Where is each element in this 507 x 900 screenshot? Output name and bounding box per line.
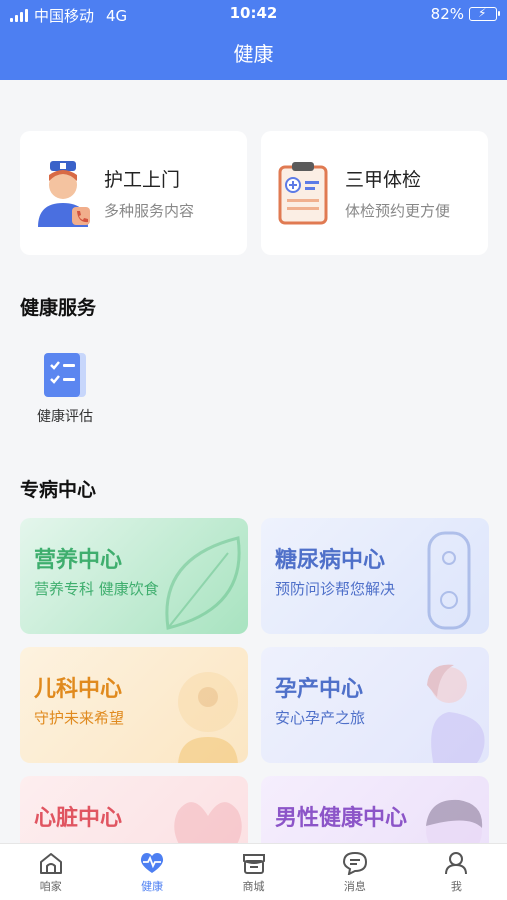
tile-title: 糖尿病中心 — [275, 548, 386, 573]
leaf-icon — [165, 536, 241, 630]
tile-subtitle: 守护未来希望 — [34, 709, 125, 727]
tab-label: 商城 — [242, 880, 265, 893]
tab-label: 我 — [450, 880, 462, 893]
tab-home[interactable]: 咱家 — [0, 844, 101, 900]
store-icon — [242, 854, 265, 874]
clipboard-icon — [278, 162, 328, 225]
tile-title: 营养中心 — [34, 548, 123, 573]
tab-label: 消息 — [343, 880, 366, 893]
health-services-title: 健康服务 — [20, 297, 97, 319]
tab-messages[interactable]: 消息 — [304, 844, 405, 900]
health-assessment-item[interactable]: 健康评估 — [30, 350, 100, 426]
service-label: 健康评估 — [37, 409, 93, 425]
tile-title: 心脏中心 — [34, 806, 123, 831]
tab-label: 咱家 — [39, 880, 62, 893]
nutrition-center-tile[interactable]: 营养中心 营养专科 健康饮食 — [20, 518, 248, 634]
card-title: 护工上门 — [104, 169, 181, 191]
profile-icon — [445, 852, 468, 875]
maternity-center-tile[interactable]: 孕产中心 安心孕产之旅 — [261, 647, 489, 763]
heart-pulse-icon — [141, 853, 164, 873]
pregnant-woman-icon — [427, 664, 485, 763]
physical-exam-card[interactable]: 三甲体检 体检预约更方便 — [261, 131, 488, 255]
tab-health[interactable]: 健康 — [101, 844, 202, 900]
tile-title: 男性健康中心 — [275, 806, 408, 831]
pediatrics-center-tile[interactable]: 儿科中心 守护未来希望 — [20, 647, 248, 763]
glucose-meter-icon — [427, 531, 471, 630]
tile-title: 儿科中心 — [34, 677, 123, 702]
message-icon — [342, 851, 367, 875]
bottom-tab-bar: 咱家 健康 商城 消息 我 — [0, 843, 507, 900]
battery-icon: ⚡ — [469, 6, 500, 21]
checklist-icon — [44, 353, 86, 397]
status-bar: 中国移动 4G 10:42 82% ⚡ — [0, 0, 507, 28]
header-bar: 中国移动 4G 10:42 82% ⚡ 健康 — [0, 0, 507, 80]
battery-percent: 82% — [430, 5, 464, 23]
card-subtitle: 多种服务内容 — [104, 202, 195, 220]
tile-title: 孕产中心 — [275, 677, 364, 702]
nurse-icon — [38, 161, 90, 227]
tile-subtitle: 安心孕产之旅 — [275, 709, 366, 727]
baby-icon — [178, 672, 238, 763]
tab-mall[interactable]: 商城 — [203, 844, 304, 900]
tile-subtitle: 营养专科 健康饮食 — [34, 580, 159, 598]
tile-subtitle: 预防问诊帮您解决 — [275, 580, 396, 598]
diabetes-center-tile[interactable]: 糖尿病中心 预防问诊帮您解决 — [261, 518, 489, 634]
card-subtitle: 体检预约更方便 — [345, 202, 451, 220]
tab-label: 健康 — [141, 880, 164, 893]
page-title: 健康 — [233, 42, 274, 66]
nurse-service-card[interactable]: 护工上门 多种服务内容 — [20, 131, 247, 255]
tab-me[interactable]: 我 — [406, 844, 507, 900]
specialty-center-title: 专病中心 — [20, 479, 97, 501]
home-icon — [39, 853, 62, 874]
card-title: 三甲体检 — [345, 169, 422, 191]
